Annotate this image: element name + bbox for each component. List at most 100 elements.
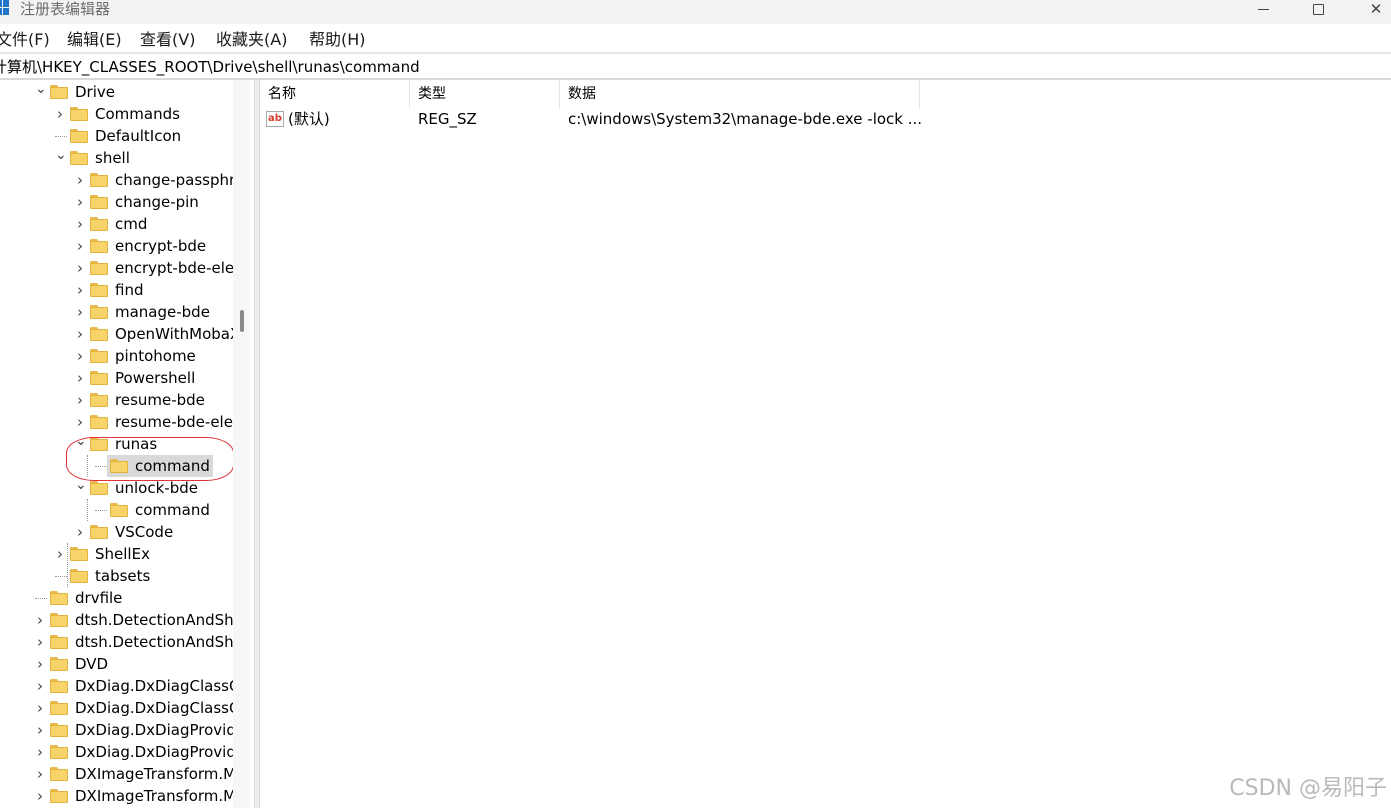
folder-icon — [50, 635, 68, 649]
tree-item-label: DxDiag.DxDiagProvider — [75, 743, 250, 761]
folder-icon — [90, 195, 108, 209]
value-row[interactable]: ab (默认) REG_SZ c:\windows\System32\manag… — [260, 108, 1180, 130]
tree-item[interactable]: command — [0, 499, 250, 521]
address-path[interactable]: 计算机\HKEY_CLASSES_ROOT\Drive\shell\runas\… — [0, 58, 420, 76]
tree-item[interactable]: tabsets — [0, 565, 250, 587]
menu-help[interactable]: 帮助(H) — [309, 30, 366, 50]
chevron-right-icon[interactable]: › — [35, 763, 45, 785]
tree-item[interactable]: › resume-bde-elev — [0, 411, 250, 433]
chevron-right-icon[interactable]: › — [35, 631, 45, 653]
watermark: CSDN @易阳子 — [1229, 776, 1387, 801]
chevron-right-icon[interactable]: › — [75, 411, 85, 433]
folder-icon — [90, 371, 108, 385]
tree-item[interactable]: › DxDiag.DxDiagClassObject — [0, 697, 250, 719]
chevron-right-icon[interactable]: › — [35, 785, 45, 807]
close-button[interactable]: ✕ — [1353, 0, 1391, 18]
tree-item[interactable]: › change-passphrase — [0, 169, 250, 191]
tree-item[interactable]: › change-pin — [0, 191, 250, 213]
tree-item[interactable]: › DxDiag.DxDiagProvider — [0, 719, 250, 741]
tree-item[interactable]: ⌄ Drive — [0, 81, 250, 103]
tree-item[interactable]: › cmd — [0, 213, 250, 235]
minimize-button[interactable] — [1240, 0, 1286, 18]
folder-icon — [70, 569, 88, 583]
tree-item[interactable]: › DxDiag.DxDiagClassObject — [0, 675, 250, 697]
chevron-right-icon[interactable]: › — [75, 235, 85, 257]
tree-item-label: Drive — [75, 83, 115, 101]
menu-favorites[interactable]: 收藏夹(A) — [216, 30, 287, 50]
menu-edit[interactable]: 编辑(E) — [67, 30, 122, 50]
chevron-right-icon[interactable]: › — [35, 741, 45, 763]
tree-item-label: change-passphrase — [115, 171, 250, 189]
chevron-right-icon[interactable]: › — [75, 389, 85, 411]
folder-icon — [70, 129, 88, 143]
tree-scrollbar-thumb[interactable] — [240, 310, 244, 332]
chevron-right-icon[interactable]: › — [75, 521, 85, 543]
tree-item[interactable]: › find — [0, 279, 250, 301]
tree-item[interactable]: › Commands — [0, 103, 250, 125]
tree-item[interactable]: › encrypt-bde-elev — [0, 257, 250, 279]
chevron-right-icon[interactable]: › — [35, 675, 45, 697]
chevron-right-icon[interactable]: › — [35, 653, 45, 675]
folder-icon — [90, 283, 108, 297]
tree-scrollbar[interactable] — [233, 80, 250, 808]
chevron-right-icon[interactable]: › — [35, 609, 45, 631]
tree-item-label: resume-bde-elev — [115, 413, 242, 431]
column-header-data[interactable]: 数据 — [560, 80, 920, 108]
tree-item[interactable]: › manage-bde — [0, 301, 250, 323]
chevron-right-icon[interactable]: › — [75, 257, 85, 279]
chevron-right-icon[interactable]: › — [75, 279, 85, 301]
chevron-right-icon[interactable]: › — [75, 345, 85, 367]
folder-icon — [90, 415, 108, 429]
tree-item[interactable]: › DxDiag.DxDiagProvider — [0, 741, 250, 763]
tree-item[interactable]: › VSCode — [0, 521, 250, 543]
values-pane[interactable]: 名称 类型 数据 ab (默认) REG_SZ c:\windows\Syste… — [260, 80, 1391, 808]
chevron-right-icon[interactable]: › — [75, 323, 85, 345]
maximize-button[interactable] — [1295, 0, 1341, 18]
chevron-down-icon[interactable]: ⌄ — [35, 81, 47, 103]
tree-item-label: DVD — [75, 655, 109, 673]
tree-item-label: Commands — [95, 105, 180, 123]
tree-item[interactable]: drvfile — [0, 587, 250, 609]
chevron-right-icon[interactable]: › — [75, 191, 85, 213]
chevron-right-icon[interactable]: › — [35, 719, 45, 741]
menu-file[interactable]: 文件(F) — [0, 30, 50, 50]
tree-item-label: DxDiag.DxDiagClassObject — [75, 699, 250, 717]
chevron-down-icon[interactable]: ⌄ — [55, 147, 67, 169]
tree-connector — [55, 576, 67, 577]
tree-item[interactable]: › dtsh.DetectionAndSharing — [0, 609, 250, 631]
chevron-right-icon[interactable]: › — [35, 697, 45, 719]
chevron-right-icon[interactable]: › — [75, 301, 85, 323]
folder-icon — [90, 481, 108, 495]
tree-item[interactable]: › DVD — [0, 653, 250, 675]
tree-item-label: resume-bde — [115, 391, 205, 409]
address-bar[interactable]: 计算机\HKEY_CLASSES_ROOT\Drive\shell\runas\… — [0, 55, 1391, 79]
chevron-right-icon[interactable]: › — [75, 367, 85, 389]
tree-item[interactable]: › resume-bde — [0, 389, 250, 411]
chevron-right-icon[interactable]: › — [55, 543, 65, 565]
tree-item-label: DXImageTransform.M — [75, 765, 237, 783]
folder-icon — [90, 525, 108, 539]
column-header-type[interactable]: 类型 — [410, 80, 560, 108]
menu-view[interactable]: 查看(V) — [140, 30, 195, 50]
tree-item[interactable]: › ShellEx — [0, 543, 250, 565]
tree-item[interactable]: › DXImageTransform.M — [0, 763, 250, 785]
chevron-right-icon[interactable]: › — [75, 213, 85, 235]
tree-item[interactable]: › pintohome — [0, 345, 250, 367]
chevron-down-icon[interactable]: ⌄ — [75, 477, 87, 499]
tree-item[interactable]: › dtsh.DetectionAndSharing — [0, 631, 250, 653]
column-header-name[interactable]: 名称 — [260, 80, 410, 108]
maximize-icon — [1312, 3, 1324, 15]
tree-item[interactable]: DefaultIcon — [0, 125, 250, 147]
value-type: REG_SZ — [418, 110, 477, 128]
tree-item[interactable]: › encrypt-bde — [0, 235, 250, 257]
folder-icon — [90, 173, 108, 187]
tree-item[interactable]: › DXImageTransform.M — [0, 785, 250, 807]
tree-item[interactable]: ⌄ shell — [0, 147, 250, 169]
tree-item[interactable]: › Powershell — [0, 367, 250, 389]
menu-bar: 文件(F) 编辑(E) 查看(V) 收藏夹(A) 帮助(H) — [0, 24, 1391, 54]
tree-item-label: tabsets — [95, 567, 151, 585]
chevron-right-icon[interactable]: › — [75, 169, 85, 191]
tree-connector — [67, 543, 68, 587]
chevron-right-icon[interactable]: › — [55, 103, 65, 125]
tree-item[interactable]: › OpenWithMobaXterm — [0, 323, 250, 345]
